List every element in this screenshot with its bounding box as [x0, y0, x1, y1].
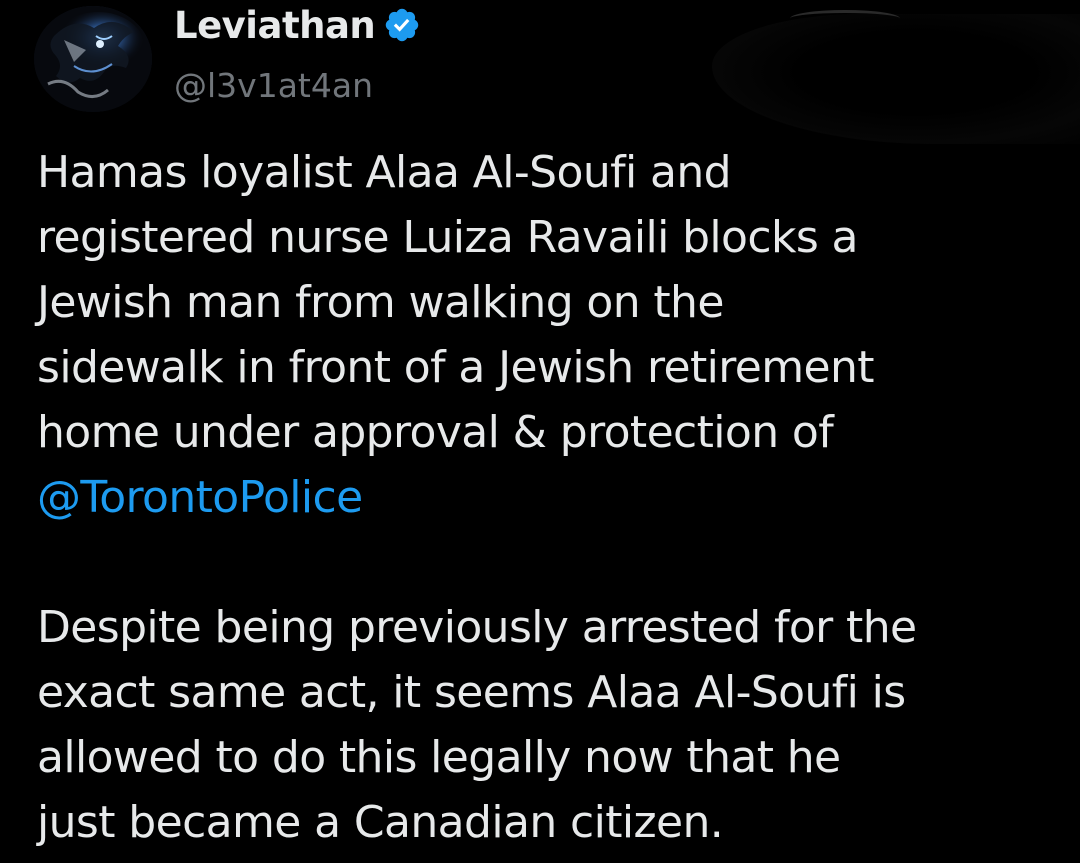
- tweet-line: just became a Canadian citizen.: [37, 797, 724, 848]
- author-name-row[interactable]: Leviathan: [174, 0, 421, 50]
- avatar[interactable]: [34, 6, 152, 112]
- tweet-line: allowed to do this legally now that he: [37, 732, 841, 783]
- tweet-line: home under approval & protection of: [37, 407, 834, 458]
- redaction-mark: [790, 10, 900, 27]
- tweet-line: exact same act, it seems Alaa Al-Soufi i…: [37, 667, 906, 718]
- redacted-area: [712, 14, 1080, 144]
- author-handle[interactable]: @l3v1at4an: [174, 66, 373, 105]
- tweet-card: Leviathan @l3v1at4an Hamas loyalist Alaa…: [0, 0, 1080, 863]
- creature-avatar-image: [34, 6, 152, 112]
- tweet-line: Hamas loyalist Alaa Al-Soufi and: [37, 147, 732, 198]
- verified-badge-icon: [386, 8, 419, 42]
- author-display-name[interactable]: Leviathan: [174, 4, 376, 47]
- tweet-line: Despite being previously arrested for th…: [37, 602, 917, 653]
- tweet-line: sidewalk in front of a Jewish retirement: [37, 342, 874, 393]
- tweet-text: Hamas loyalist Alaa Al-Soufi and registe…: [37, 140, 1077, 855]
- tweet-line: registered nurse Luiza Ravaili blocks a: [37, 212, 859, 263]
- mention-link[interactable]: @TorontoPolice: [37, 465, 1077, 530]
- tweet-line: Jewish man from walking on the: [37, 277, 724, 328]
